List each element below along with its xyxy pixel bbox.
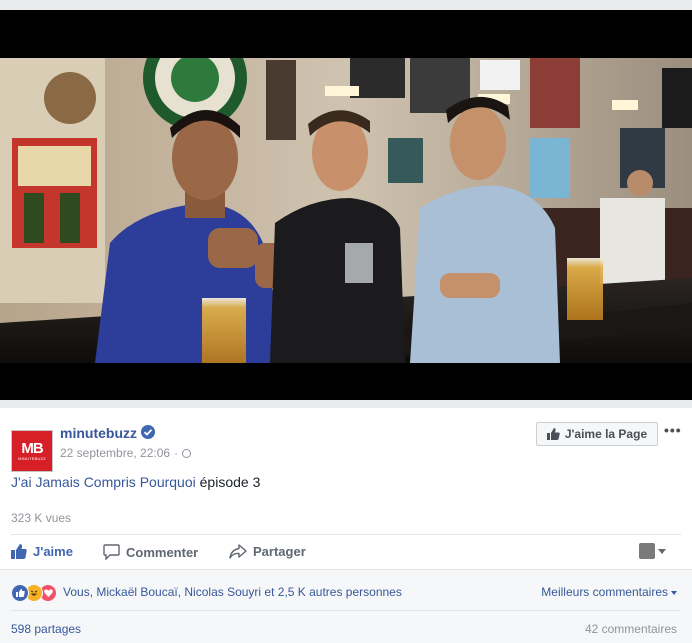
verified-badge-icon xyxy=(141,425,155,439)
like-label: J'aime xyxy=(33,544,73,559)
post-text-rest: épisode 3 xyxy=(195,474,261,490)
user-avatar xyxy=(639,543,655,559)
like-button[interactable]: J'aime xyxy=(11,544,73,559)
chevron-down-icon xyxy=(658,548,666,554)
reaction-icons[interactable] xyxy=(11,584,57,602)
like-reaction-icon xyxy=(11,584,29,602)
comment-label: Commenter xyxy=(126,544,199,560)
meta-separator: · xyxy=(174,446,179,460)
page-avatar[interactable]: MB MINUTEBUZZ xyxy=(11,430,53,472)
action-bar: J'aime Commenter Partager xyxy=(0,535,692,569)
comment-sort-dropdown[interactable]: Meilleurs commentaires xyxy=(541,585,677,599)
shares-count-link[interactable]: 598 partages xyxy=(11,622,81,636)
post-meta: 22 septembre, 22:06 · xyxy=(60,446,192,460)
post-text: J'ai Jamais Compris Pourquoi épisode 3 xyxy=(11,474,260,490)
video-frame[interactable] xyxy=(0,58,692,363)
like-page-button[interactable]: J'aime la Page xyxy=(536,422,658,446)
comment-button[interactable]: Commenter xyxy=(103,544,198,560)
bar-scene-image xyxy=(0,58,692,363)
logo-wordmark: MINUTEBUZZ xyxy=(18,456,46,461)
divider xyxy=(11,610,681,611)
thumbs-up-icon xyxy=(546,428,560,440)
share-label: Partager xyxy=(253,544,306,559)
comment-icon xyxy=(103,544,120,560)
post-as-selector[interactable] xyxy=(639,543,666,559)
reactions-bar: Vous, Mickaël Boucaï, Nicolas Souyri et … xyxy=(0,569,692,611)
top-strip xyxy=(0,0,692,10)
post-timestamp[interactable]: 22 septembre, 22:06 xyxy=(60,446,170,460)
chevron-down-icon xyxy=(671,590,677,595)
page-name-link[interactable]: minutebuzz xyxy=(60,425,137,441)
post-card: MB MINUTEBUZZ minutebuzz 22 septembre, 2… xyxy=(0,408,692,643)
video-player[interactable] xyxy=(0,10,692,400)
comments-count[interactable]: 42 commentaires xyxy=(585,622,677,636)
view-count: 323 K vues xyxy=(11,511,72,525)
more-options-icon[interactable]: ••• xyxy=(664,422,682,438)
sort-label: Meilleurs commentaires xyxy=(541,585,668,599)
like-page-label: J'aime la Page xyxy=(564,427,648,441)
share-icon xyxy=(229,544,247,559)
separator xyxy=(0,400,692,408)
thumbs-up-icon xyxy=(11,544,27,559)
counts-bar: 598 partages 42 commentaires xyxy=(0,610,692,643)
share-button[interactable]: Partager xyxy=(229,544,306,559)
logo-monogram: MB xyxy=(21,440,43,457)
reactions-summary-link[interactable]: Vous, Mickaël Boucaï, Nicolas Souyri et … xyxy=(63,585,402,599)
post-text-link[interactable]: J'ai Jamais Compris Pourquoi xyxy=(11,474,196,490)
globe-icon[interactable] xyxy=(182,448,192,458)
